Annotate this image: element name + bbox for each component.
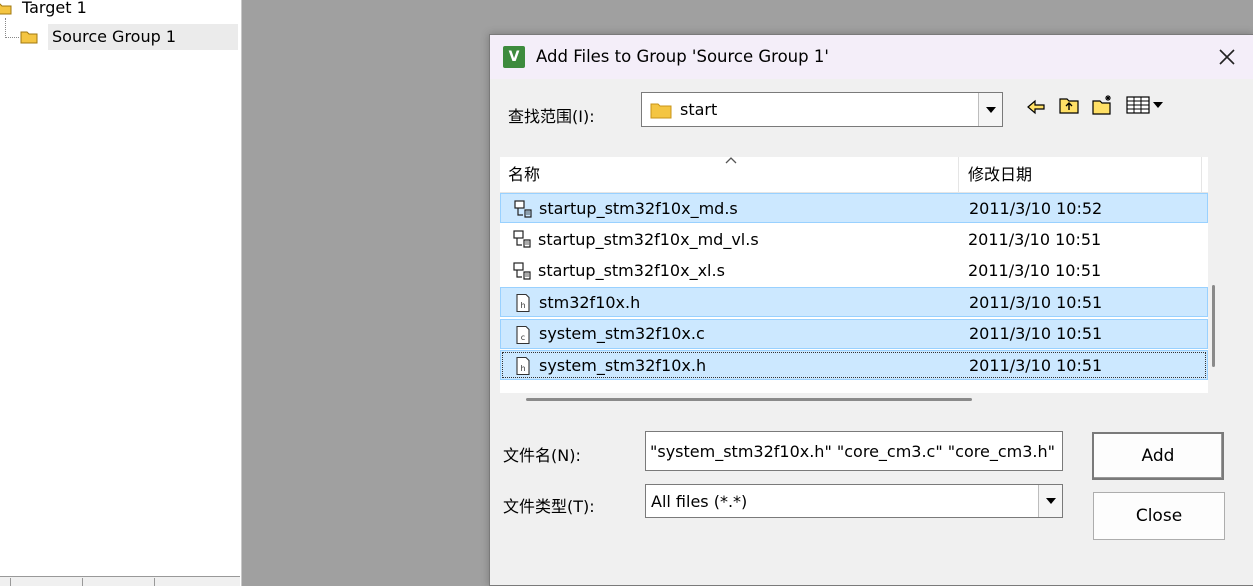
filename-value: "system_stm32f10x.h" "core_cm3.c" "core_… bbox=[650, 441, 1055, 461]
tree-connector-horizontal bbox=[5, 37, 19, 38]
file-row[interactable]: startup_stm32f10x_xl.s 2011/3/10 10:51 bbox=[500, 256, 1208, 286]
file-date: 2011/3/10 10:51 bbox=[968, 229, 1102, 249]
tree-item-target-label: Target 1 bbox=[22, 0, 87, 17]
file-list[interactable]: 名称 修改日期 startup_stm32f10x_md.s 2011/3/10 … bbox=[500, 157, 1208, 393]
file-date: 2011/3/10 10:51 bbox=[969, 355, 1103, 375]
keil-app-icon: V bbox=[503, 46, 525, 68]
header-file-icon: h bbox=[513, 293, 533, 313]
column-header-date[interactable]: 修改日期 bbox=[960, 157, 1200, 193]
chevron-down-icon[interactable] bbox=[978, 93, 1002, 126]
svg-text:h: h bbox=[520, 364, 525, 373]
file-name: startup_stm32f10x_xl.s bbox=[538, 261, 725, 281]
assembly-file-icon bbox=[512, 229, 532, 249]
c-file-icon: c bbox=[513, 325, 533, 345]
look-in-combo[interactable]: start bbox=[641, 92, 1003, 127]
look-in-value: start bbox=[680, 100, 718, 119]
svg-text:h: h bbox=[520, 301, 525, 310]
folder-open-icon bbox=[0, 1, 12, 15]
chevron-down-icon[interactable] bbox=[1038, 485, 1062, 517]
column-header-name[interactable]: 名称 bbox=[500, 157, 958, 193]
file-list-vertical-scrollbar[interactable] bbox=[1208, 157, 1220, 393]
tab-functions[interactable] bbox=[154, 578, 224, 586]
file-name: system_stm32f10x.h bbox=[539, 355, 707, 375]
project-panel-tabs bbox=[0, 576, 240, 586]
file-name: startup_stm32f10x_md_vl.s bbox=[538, 229, 759, 249]
look-in-label: 查找范围(I): bbox=[508, 107, 595, 126]
tree-item-source-group-label: Source Group 1 bbox=[52, 27, 177, 46]
column-divider[interactable] bbox=[958, 157, 959, 193]
up-folder-icon[interactable] bbox=[1058, 94, 1080, 116]
file-date: 2011/3/10 10:51 bbox=[969, 324, 1103, 344]
dialog-titlebar[interactable]: V Add Files to Group 'Source Group 1' bbox=[490, 35, 1253, 79]
add-files-dialog: V Add Files to Group 'Source Group 1' 查找… bbox=[489, 34, 1253, 586]
file-name: system_stm32f10x.c bbox=[539, 324, 705, 344]
assembly-file-icon bbox=[513, 199, 533, 219]
new-folder-icon[interactable] bbox=[1091, 94, 1113, 116]
vertical-scroll-thumb[interactable] bbox=[1212, 285, 1215, 367]
horizontal-scroll-thumb[interactable] bbox=[526, 398, 972, 401]
folder-icon bbox=[20, 30, 38, 44]
file-date: 2011/3/10 10:52 bbox=[969, 198, 1103, 218]
folder-icon bbox=[650, 101, 672, 119]
file-list-horizontal-scrollbar[interactable] bbox=[500, 393, 1220, 405]
assembly-file-icon bbox=[512, 261, 532, 281]
back-arrow-icon[interactable] bbox=[1025, 96, 1047, 118]
file-row[interactable]: c system_stm32f10x.c 2011/3/10 10:51 bbox=[500, 318, 1208, 349]
add-button[interactable]: Add bbox=[1092, 432, 1224, 480]
dialog-title: Add Files to Group 'Source Group 1' bbox=[536, 47, 829, 66]
filetype-value: All files (*.*) bbox=[651, 491, 748, 511]
file-row[interactable]: startup_stm32f10x_md_vl.s 2011/3/10 10:51 bbox=[500, 224, 1208, 254]
header-file-icon: h bbox=[513, 356, 533, 376]
file-date: 2011/3/10 10:51 bbox=[968, 261, 1102, 281]
svg-text:c: c bbox=[521, 333, 525, 342]
close-icon[interactable] bbox=[1215, 45, 1239, 69]
file-row[interactable]: h stm32f10x.h 2011/3/10 10:51 bbox=[500, 287, 1208, 318]
tree-item-source-group[interactable]: Source Group 1 bbox=[20, 24, 238, 50]
tab-books[interactable] bbox=[82, 578, 152, 586]
filetype-combo[interactable]: All files (*.*) bbox=[645, 484, 1063, 518]
file-date: 2011/3/10 10:51 bbox=[969, 292, 1103, 312]
column-divider[interactable] bbox=[1201, 157, 1202, 193]
file-list-header: 名称 修改日期 bbox=[500, 157, 1208, 193]
project-tree-panel: Target 1 Source Group 1 bbox=[0, 0, 242, 586]
filetype-label: 文件类型(T): bbox=[503, 497, 595, 516]
file-name: stm32f10x.h bbox=[539, 292, 641, 312]
file-row[interactable]: startup_stm32f10x_md.s 2011/3/10 10:52 bbox=[500, 193, 1208, 223]
file-name: startup_stm32f10x_md.s bbox=[539, 198, 738, 218]
file-row[interactable]: h system_stm32f10x.h 2011/3/10 10:51 bbox=[500, 350, 1208, 380]
tab-project[interactable] bbox=[10, 578, 80, 586]
view-menu-icon[interactable] bbox=[1126, 94, 1166, 116]
close-button[interactable]: Close bbox=[1093, 492, 1225, 540]
tree-connector-vertical bbox=[5, 18, 6, 38]
filename-label: 文件名(N): bbox=[503, 446, 581, 465]
filename-input[interactable]: "system_stm32f10x.h" "core_cm3.c" "core_… bbox=[645, 431, 1063, 471]
